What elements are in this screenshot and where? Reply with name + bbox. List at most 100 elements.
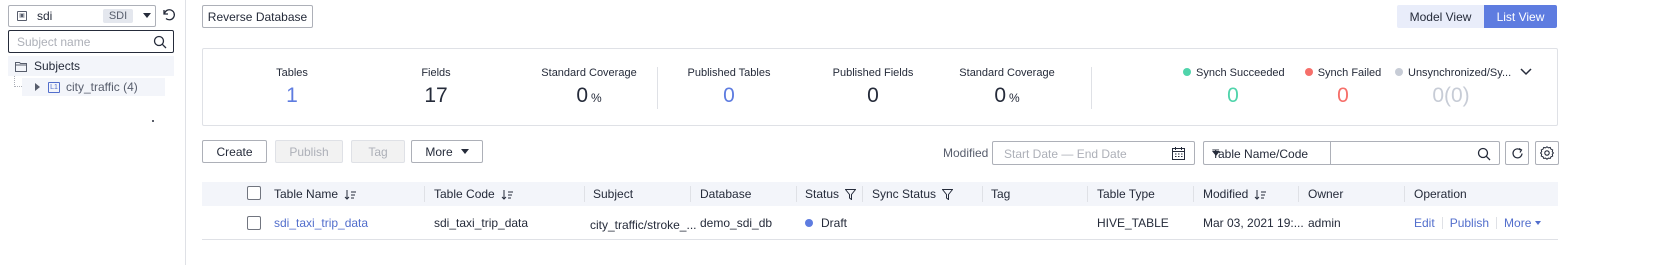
column-header-table-type: Table Type (1097, 187, 1155, 201)
filter-search-input[interactable] (1330, 141, 1500, 165)
column-divider (584, 186, 585, 202)
column-label: Modified (1203, 187, 1249, 201)
stat-number: 0 (576, 84, 588, 107)
filter-field-select[interactable]: Table Name/Code (1203, 141, 1331, 165)
workspace-select[interactable]: ▣ sdi SDI (8, 5, 156, 27)
stat-value[interactable]: 0 (1183, 84, 1283, 108)
table-header: Table Name Table Code Subject Database S… (202, 182, 1558, 206)
more-link-label: More (1504, 216, 1532, 230)
op-divider (1496, 217, 1498, 229)
column-divider (982, 186, 983, 202)
column-header-modified[interactable]: Modified (1203, 182, 1267, 206)
column-label: Status (805, 187, 840, 201)
stat-unit: % (591, 91, 602, 105)
filter-icon[interactable] (845, 189, 857, 201)
date-range-placeholder: Start Date — End Date (1004, 147, 1127, 161)
stat-label: Published Fields (832, 67, 914, 79)
refresh-button[interactable] (1505, 141, 1529, 165)
stray-dot (152, 120, 154, 122)
stat-label: Fields (421, 67, 451, 79)
column-divider (862, 186, 863, 202)
stat-fields: Fields 17 (411, 67, 461, 108)
tree-connector (14, 76, 22, 87)
stat-value: 0(0) (1432, 84, 1470, 107)
tree-item-city-traffic[interactable]: L1 city_traffic (4) (22, 78, 165, 96)
status-dot-icon (805, 219, 813, 227)
subject-search-field[interactable] (8, 30, 174, 53)
model-view-button[interactable]: Model View (1397, 5, 1484, 28)
stat-label: Standard Coverage (959, 67, 1055, 79)
stat-value: 0% (947, 84, 1067, 108)
stat-number: 0 (994, 84, 1006, 107)
column-header-tag: Tag (991, 187, 1011, 201)
column-divider (796, 186, 797, 202)
status-label: Draft (821, 216, 848, 230)
column-header-subject: Subject (593, 187, 634, 201)
modified-cell: Mar 03, 2021 19:... (1203, 216, 1304, 230)
stat-label-text: Synch Failed (1317, 67, 1382, 79)
filter-field-value: Table Name/Code (1212, 147, 1309, 161)
stat-value: 17 (424, 84, 448, 107)
chevron-down-icon[interactable] (1519, 67, 1533, 77)
edit-link[interactable]: Edit (1414, 216, 1435, 230)
column-divider (1193, 186, 1194, 202)
stat-synch-succeeded: Synch Succeeded 0 (1183, 67, 1285, 108)
subject-cell: city_traffic/stroke_... (590, 218, 697, 232)
publish-link[interactable]: Publish (1450, 216, 1489, 230)
stat-published-standard-coverage: Standard Coverage 0% (947, 67, 1067, 108)
stat-value[interactable]: 1 (267, 84, 317, 108)
divider (1091, 67, 1092, 109)
op-divider (1441, 217, 1443, 229)
chevron-down-icon (1535, 221, 1542, 225)
sort-icon[interactable] (1254, 189, 1267, 200)
stat-label-text: Synch Succeeded (1196, 67, 1285, 79)
stat-published-tables: Published Tables 0 (679, 67, 779, 108)
column-divider (1404, 186, 1405, 202)
column-header-status[interactable]: Status (805, 182, 857, 206)
sort-icon[interactable] (344, 189, 357, 200)
app-root: ▣ sdi SDI Subjects L1 city (0, 0, 1663, 265)
row-checkbox[interactable] (247, 216, 261, 230)
publish-button[interactable]: Publish (275, 140, 343, 163)
operation-cell: Edit Publish More (1414, 216, 1542, 230)
summary-panel: Tables 1 Fields 17 Standard Coverage 0% … (202, 48, 1558, 126)
success-dot-icon (1183, 68, 1191, 76)
subject-search-input[interactable] (17, 34, 147, 49)
column-header-operation: Operation (1414, 187, 1467, 201)
create-button[interactable]: Create (202, 140, 267, 163)
filter-icon[interactable] (942, 189, 954, 201)
reverse-database-button[interactable]: Reverse Database (202, 5, 313, 28)
more-link[interactable]: More (1504, 216, 1542, 230)
undo-icon[interactable] (160, 6, 176, 22)
stat-value[interactable]: 0 (679, 84, 779, 108)
column-label: Sync Status (872, 187, 937, 201)
tree-root-label: Subjects (34, 59, 81, 73)
stat-value[interactable]: 0 (1303, 84, 1383, 108)
tree-root-subjects[interactable]: Subjects (8, 56, 174, 76)
more-button[interactable]: More (411, 140, 483, 163)
expand-arrow-icon[interactable] (35, 83, 40, 91)
date-range-picker[interactable]: Start Date — End Date (992, 141, 1195, 165)
column-header-sync-status[interactable]: Sync Status (872, 182, 954, 206)
column-header-table-name[interactable]: Table Name (274, 182, 357, 206)
table-name-link[interactable]: sdi_taxi_trip_data (274, 216, 368, 230)
select-all-checkbox[interactable] (247, 186, 261, 200)
table-row: sdi_taxi_trip_data sdi_taxi_trip_data ci… (202, 206, 1558, 240)
column-header-database: Database (700, 187, 752, 201)
settings-button[interactable] (1535, 141, 1559, 165)
modified-filter-label: Modified (943, 146, 989, 160)
list-view-button[interactable]: List View (1484, 5, 1557, 28)
stat-tables: Tables 1 (267, 67, 317, 108)
owner-cell: admin (1308, 216, 1341, 230)
tag-button[interactable]: Tag (351, 140, 405, 163)
calendar-icon[interactable] (1172, 147, 1185, 160)
sort-icon[interactable] (501, 189, 513, 200)
search-icon[interactable] (1477, 147, 1491, 161)
workspace-badge: SDI (103, 9, 133, 23)
column-header-table-code[interactable]: Table Code (434, 182, 513, 206)
unsync-dot-icon (1395, 68, 1403, 76)
column-label: Table Name (274, 187, 339, 201)
search-icon[interactable] (153, 35, 167, 49)
stat-value: 0% (529, 84, 649, 108)
more-label: More (425, 144, 453, 159)
